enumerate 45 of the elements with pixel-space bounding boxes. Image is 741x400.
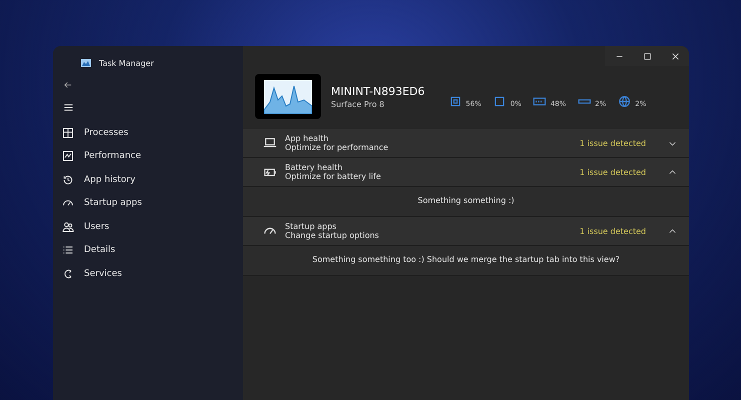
grid-icon: [62, 126, 74, 139]
maximize-icon: [642, 52, 652, 60]
section-header[interactable]: Battery health Optimize for battery life 1 issue detected: [243, 158, 689, 187]
history-icon: [62, 174, 74, 186]
nav-item[interactable]: Details: [53, 238, 243, 262]
section-body: Something something too :) Should we merge the startup tab into this view?: [243, 246, 689, 276]
status-text: 1 issue detected: [580, 138, 646, 148]
section-body: Something something :): [243, 187, 689, 217]
chip-icon: [493, 95, 506, 108]
nav-item[interactable]: Users: [53, 215, 243, 238]
section-subtitle: Change startup options: [285, 231, 380, 240]
back-arrow-icon: [63, 80, 73, 90]
memory-icon: [533, 95, 546, 108]
nav-item[interactable]: App history: [53, 168, 243, 192]
device-model: Surface Pro 8: [331, 100, 386, 108]
section-title: App health: [285, 134, 330, 143]
status-text: 1 issue detected: [580, 168, 646, 176]
globe-icon: [618, 95, 632, 108]
chevron-icon: [668, 226, 677, 236]
section-header[interactable]: App health Optimize for performance 1 issue detected: [243, 129, 689, 158]
app-icon: [81, 59, 91, 67]
window-title: Task Manager: [99, 58, 154, 68]
chart-icon: [62, 150, 74, 162]
section-subtitle: Optimize for battery life: [285, 172, 382, 181]
status-text: 1 issue detected: [580, 226, 646, 236]
graph-drawing: [264, 80, 312, 114]
laptop-icon: [263, 136, 277, 150]
cpu-icon: [448, 95, 462, 108]
users-icon: [62, 220, 74, 233]
close-icon: [670, 52, 680, 60]
section-header[interactable]: Startup apps Change startup options 1 issue detected: [243, 217, 689, 246]
chevron-icon: [668, 168, 677, 176]
list-icon: [62, 244, 74, 256]
device-name: MININT-N893ED6: [331, 84, 425, 98]
collapse-button[interactable]: [668, 168, 677, 176]
collapse-button[interactable]: [668, 226, 677, 236]
section-title: Battery health: [285, 163, 344, 172]
nav-item[interactable]: Services: [53, 262, 243, 286]
section-title: Startup apps: [285, 222, 338, 231]
section-subtitle: Optimize for performance: [285, 143, 390, 152]
nav-item[interactable]: Performance: [53, 144, 243, 168]
menu-icon: [63, 102, 74, 113]
nav-item[interactable]: Processes: [53, 121, 243, 144]
nav-item[interactable]: Startup apps: [53, 192, 243, 215]
close-button[interactable]: [661, 46, 689, 66]
